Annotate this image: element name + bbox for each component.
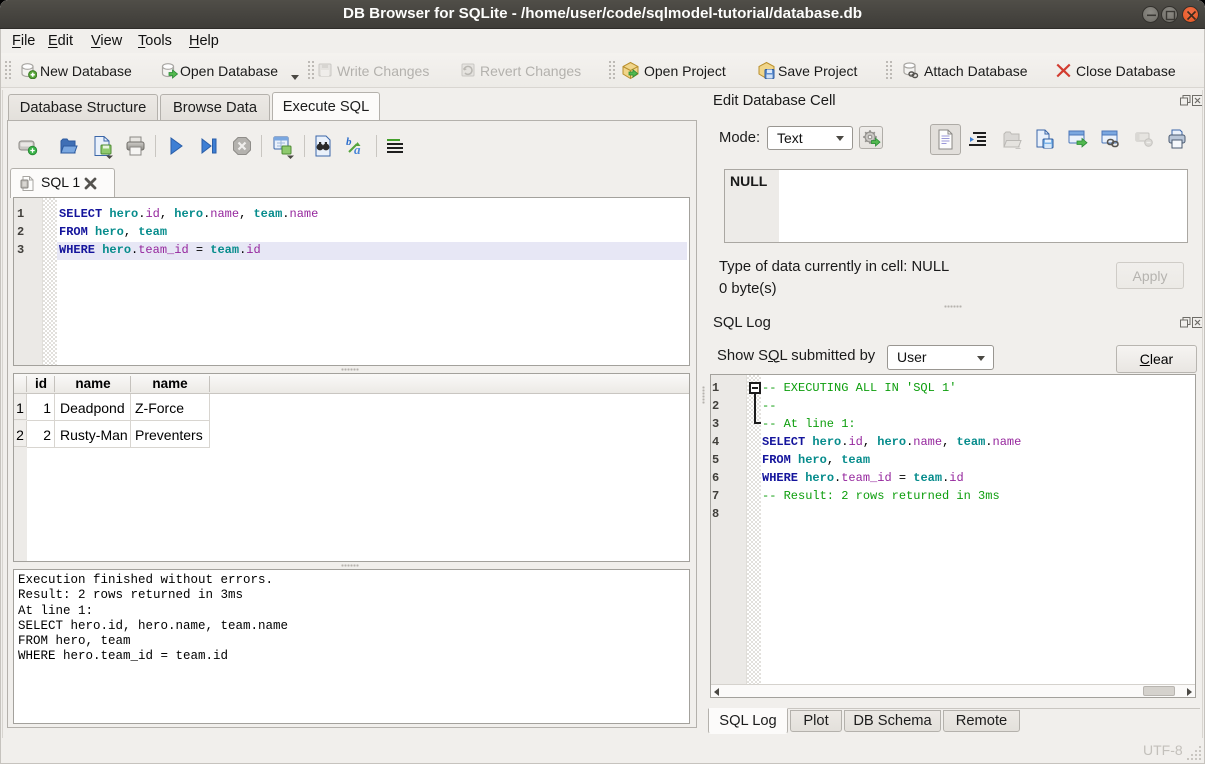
- svg-text:b: b: [346, 136, 352, 148]
